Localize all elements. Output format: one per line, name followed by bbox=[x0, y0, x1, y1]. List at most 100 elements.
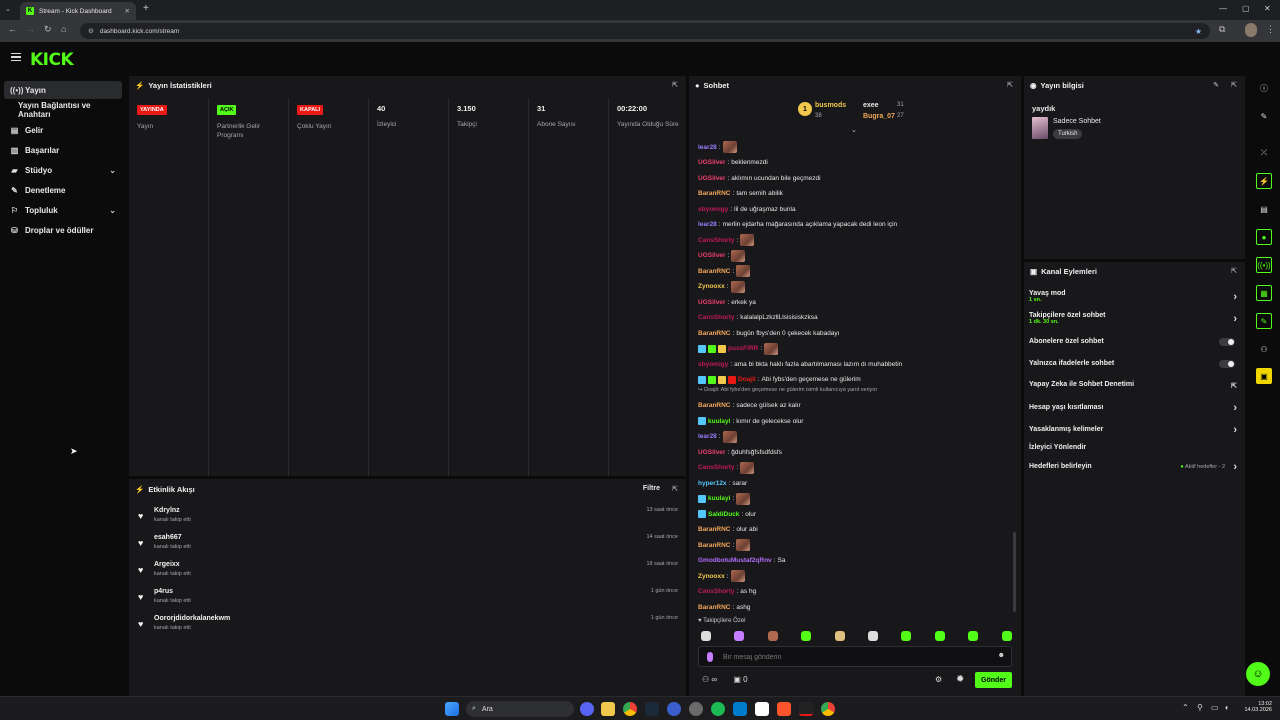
lightning-rail-icon[interactable]: ⚡ bbox=[1256, 173, 1272, 189]
popout-icon[interactable]: ⇱ bbox=[1231, 81, 1237, 89]
vscode-icon[interactable] bbox=[733, 702, 747, 716]
microphone-icon[interactable] bbox=[707, 652, 713, 662]
mod-tools-icon[interactable]: ✹ bbox=[956, 674, 964, 685]
document-icon[interactable]: ▤ bbox=[1256, 201, 1272, 217]
chat-username[interactable]: lear28 bbox=[698, 144, 717, 151]
chrome-icon[interactable] bbox=[623, 702, 637, 716]
emoji-icon[interactable]: ☻ bbox=[998, 652, 1005, 659]
action-slow-mode[interactable]: Yavaş mod 1 sn. › bbox=[1029, 290, 1241, 308]
expand-chevron-icon[interactable]: ⌄ bbox=[851, 126, 857, 134]
action-banned-words[interactable]: Yasaklanmış kelimeler › bbox=[1029, 424, 1241, 436]
chat-username[interactable]: GmodbotuMustaf2qRnv bbox=[698, 557, 772, 564]
chat-username[interactable]: BaranRNC bbox=[698, 268, 731, 275]
filter-button[interactable]: Filtre bbox=[643, 485, 660, 492]
chat-username[interactable]: CansShorty bbox=[698, 314, 734, 321]
follower-name[interactable]: p4rus bbox=[154, 588, 173, 595]
wrench-rail-icon[interactable]: ✎ bbox=[1256, 313, 1272, 329]
emote-picker-item[interactable] bbox=[834, 631, 845, 641]
leader-name[interactable]: busmods bbox=[815, 102, 846, 109]
reload-icon[interactable]: ↻ bbox=[44, 24, 52, 35]
chat-username[interactable]: pussFIRR bbox=[728, 345, 758, 352]
broadcast-rail-icon[interactable]: ((•)) bbox=[1256, 257, 1272, 273]
chat-username[interactable]: Zynooxx bbox=[698, 283, 725, 290]
chat-scrollbar[interactable] bbox=[1013, 532, 1016, 612]
tray-chevron-icon[interactable]: ⌃ bbox=[1182, 703, 1189, 712]
popout-icon[interactable]: ⇱ bbox=[1231, 267, 1237, 275]
sidebar-item-droplar[interactable]: ⛁ Droplar ve ödüller bbox=[4, 221, 122, 239]
extensions-icon[interactable]: ⧉ bbox=[1219, 24, 1225, 35]
chat-settings-icon[interactable]: ⚙ bbox=[935, 675, 942, 684]
chat-username[interactable]: kuulayi bbox=[708, 418, 730, 425]
chat-username[interactable]: SaldiDuck bbox=[708, 511, 739, 518]
action-ai-moderation[interactable]: Yapay Zeka ile Sohbet Denetimi ⇱ bbox=[1029, 381, 1241, 391]
spotify-icon[interactable] bbox=[711, 702, 725, 716]
microphone-tray-icon[interactable]: ⚲ bbox=[1197, 703, 1203, 712]
chat-username[interactable]: lear28 bbox=[698, 221, 717, 228]
emote-picker-item[interactable] bbox=[934, 631, 945, 641]
emote-picker-item[interactable] bbox=[968, 631, 979, 641]
sidebar-item-topluluk[interactable]: ⚐ Topluluk ⌄ bbox=[4, 201, 122, 219]
minimize-icon[interactable]: — bbox=[1219, 4, 1227, 13]
chat-username[interactable]: CansShorty bbox=[698, 588, 734, 595]
popout-icon[interactable]: ⇱ bbox=[672, 81, 678, 89]
leader-name[interactable]: exee bbox=[863, 102, 879, 109]
subscribers-only-toggle[interactable] bbox=[1219, 338, 1235, 346]
discord-icon[interactable] bbox=[580, 702, 594, 716]
chat-username[interactable]: Doajli bbox=[738, 376, 756, 383]
chat-username[interactable]: Zynooxx bbox=[698, 573, 725, 580]
site-info-icon[interactable]: ⚙ bbox=[88, 27, 94, 35]
chat-username[interactable]: UGSilver bbox=[698, 252, 725, 259]
new-tab-icon[interactable]: + bbox=[143, 3, 149, 14]
app-icon[interactable] bbox=[667, 702, 681, 716]
leader-name[interactable]: Bugra_07 bbox=[863, 113, 895, 120]
chat-username[interactable]: BaranRNC bbox=[698, 604, 731, 611]
taskbar-search[interactable]: ⌕ Ara bbox=[466, 701, 574, 717]
sidebar-item-yayin[interactable]: ((•)) Yayın bbox=[4, 81, 122, 99]
chat-username[interactable]: UGSilver bbox=[698, 299, 725, 306]
edit-icon[interactable]: ✎ bbox=[1256, 108, 1272, 124]
edit-pencil-icon[interactable]: ✎ bbox=[1213, 81, 1219, 89]
chat-username[interactable]: BaranRNC bbox=[698, 190, 731, 197]
sidebar-item-studyo[interactable]: ▰ Stüdyo ⌄ bbox=[4, 161, 122, 179]
sidebar-item-basarilar[interactable]: ▥ Başarılar bbox=[4, 141, 122, 159]
action-raid[interactable]: İzleyici Yönlendir bbox=[1029, 444, 1241, 454]
chat-username[interactable]: UGSilver bbox=[698, 449, 725, 456]
layout-rail-icon[interactable]: ▦ bbox=[1256, 285, 1272, 301]
emote-picker-item[interactable] bbox=[701, 631, 711, 641]
clock[interactable]: 13:02 14.03.2026 bbox=[1238, 701, 1272, 713]
action-account-age[interactable]: Hesap yaşı kısıtlaması › bbox=[1029, 402, 1241, 414]
sidebar-item-stream-key[interactable]: Yayın Bağlantısı ve Anahtarı bbox=[4, 101, 122, 119]
follower-name[interactable]: Kdrylnz bbox=[154, 507, 180, 514]
support-chat-icon[interactable]: ☺ bbox=[1246, 662, 1270, 686]
close-window-icon[interactable]: ✕ bbox=[1264, 4, 1271, 13]
browser-tab[interactable]: K Stream - Kick Dashboard ✕ bbox=[20, 2, 136, 20]
chrome-active-icon[interactable] bbox=[821, 702, 835, 716]
info-icon[interactable]: ⓘ bbox=[1256, 80, 1272, 96]
file-explorer-icon[interactable] bbox=[601, 702, 615, 716]
url-input[interactable]: ⚙ dashboard.kick.com/stream ★ bbox=[80, 23, 1210, 39]
sidebar-item-denetleme[interactable]: ✎ Denetleme bbox=[4, 181, 122, 199]
steam-icon[interactable] bbox=[645, 702, 659, 716]
collapse-icon[interactable]: ⤫ bbox=[1256, 145, 1272, 161]
chat-message-input[interactable] bbox=[723, 650, 993, 664]
users-rail-icon[interactable]: ⚇ bbox=[1256, 341, 1272, 357]
chat-username[interactable]: BaranRNC bbox=[698, 542, 731, 549]
emote-picker-item[interactable] bbox=[801, 631, 812, 641]
emote-only-toggle[interactable] bbox=[1219, 360, 1235, 368]
kick-logo[interactable]: KICK bbox=[30, 50, 74, 70]
home-icon[interactable]: ⌂ bbox=[61, 24, 66, 34]
volume-icon[interactable]: ◖ bbox=[1224, 703, 1229, 712]
close-tab-icon[interactable]: ✕ bbox=[125, 7, 130, 15]
chat-username[interactable]: kuulayi bbox=[708, 495, 730, 502]
emote-picker-item[interactable] bbox=[868, 631, 878, 641]
brave-icon[interactable] bbox=[777, 702, 791, 716]
notion-icon[interactable] bbox=[755, 702, 769, 716]
tab-list-icon[interactable]: ⌄ bbox=[5, 5, 11, 13]
action-followers-only[interactable]: Takipçilere özel sohbet 1 dk. 30 sn. › bbox=[1029, 312, 1241, 330]
chat-username[interactable]: BaranRNC bbox=[698, 402, 731, 409]
chat-username[interactable]: sbyomigy bbox=[698, 361, 728, 368]
follower-name[interactable]: Argeixx bbox=[154, 561, 180, 568]
capcut-icon[interactable] bbox=[799, 702, 813, 716]
obs-icon[interactable] bbox=[689, 702, 703, 716]
browser-menu-icon[interactable]: ⋮ bbox=[1266, 24, 1275, 35]
